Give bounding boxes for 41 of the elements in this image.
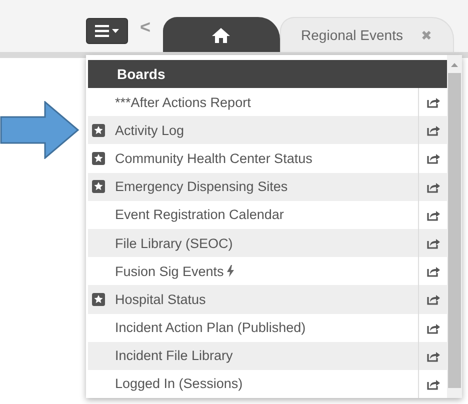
board-label: Fusion Sig Events	[115, 264, 224, 279]
board-label: Community Health Center Status	[115, 150, 312, 166]
board-label: Hospital Status	[115, 292, 206, 307]
menu-icon	[95, 25, 109, 37]
share-icon[interactable]	[426, 265, 440, 278]
share-icon[interactable]	[426, 378, 440, 390]
star-icon	[92, 292, 105, 306]
tab-label: Regional Events	[301, 27, 403, 43]
board-label: Incident File Library	[115, 348, 233, 364]
board-item[interactable]: Community Health Center Status	[88, 144, 418, 173]
board-item[interactable]: Fusion Sig Events	[88, 257, 418, 286]
star-icon	[92, 124, 105, 137]
share-icon[interactable]	[426, 322, 440, 334]
share-icon[interactable]	[426, 96, 440, 108]
menu-button[interactable]	[86, 18, 128, 44]
regional-events-tab[interactable]: Regional Events ✖	[280, 17, 454, 52]
board-label: File Library (SEOC)	[115, 236, 233, 251]
home-icon	[212, 28, 230, 42]
board-item[interactable]: Event Registration Calendar	[88, 200, 418, 229]
board-label: Event Registration Calendar	[115, 207, 284, 222]
share-icon[interactable]	[426, 180, 440, 193]
board-item[interactable]: ***After Actions Report	[88, 88, 418, 116]
home-tab[interactable]	[162, 17, 280, 52]
board-item[interactable]: Incident Action Plan (Published)	[88, 314, 418, 342]
scrollbar[interactable]	[447, 55, 462, 398]
star-icon	[92, 152, 105, 165]
board-label: Activity Log	[115, 122, 184, 138]
share-icon[interactable]	[426, 124, 440, 136]
share-icon[interactable]	[426, 208, 440, 221]
share-icon[interactable]	[426, 293, 440, 306]
star-icon	[92, 180, 105, 194]
share-icon[interactable]	[426, 237, 440, 250]
board-label: ***After Actions Report	[115, 94, 251, 110]
menu-header: Boards	[88, 60, 447, 88]
board-item[interactable]: Logged In (Sessions)	[88, 370, 418, 398]
board-label: Incident Action Plan (Published)	[115, 320, 306, 336]
caret-icon	[112, 29, 119, 33]
board-label: Logged In (Sessions)	[115, 376, 243, 392]
share-icon[interactable]	[426, 350, 440, 362]
share-icon[interactable]	[426, 152, 440, 164]
board-label: Emergency Dispensing Sites	[115, 179, 288, 194]
